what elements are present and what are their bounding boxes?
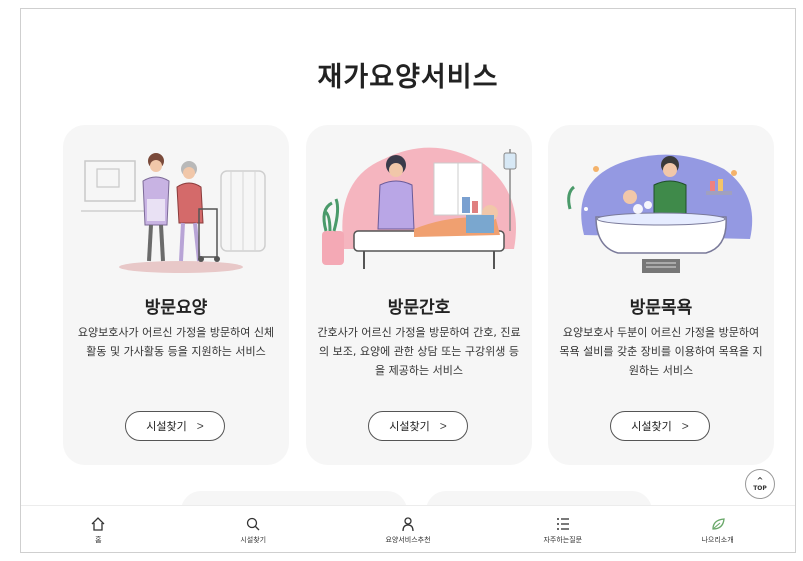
button-label: 시설찾기: [631, 421, 672, 433]
list-icon: [556, 517, 569, 530]
chevron-right-icon: >: [681, 419, 689, 433]
service-card-visit-care: 방문요양 요양보호사가 어르신 가정을 방문하여 신체활동 및 가사활동 등을 …: [63, 125, 289, 465]
bottom-nav: 홈 시설찾기 요양서비스추천 자주하는질문 나으리소개: [21, 505, 795, 552]
top-label: TOP: [753, 484, 767, 492]
nav-label: 자주하는질문: [543, 535, 583, 544]
find-facility-button[interactable]: 시설찾기 >: [125, 411, 225, 441]
chevron-up-icon: ^: [756, 475, 764, 485]
card-description: 요양보호사 두분이 어르신 가정을 방문하여 목욕 설비를 갖춘 장비를 이용하…: [559, 326, 763, 377]
nav-label: 시설찾기: [240, 535, 267, 544]
chevron-right-icon: >: [196, 419, 204, 433]
find-facility-button[interactable]: 시설찾기 >: [610, 411, 710, 441]
card-title: 방문간호: [387, 298, 451, 318]
nav-item-about[interactable]: 나으리소개: [640, 506, 795, 552]
nurse-bedside-illustration: [322, 147, 517, 269]
card-description: 요양보호사가 어르신 가정을 방문하여 신체활동 및 가사활동 등을 지원하는 …: [77, 326, 275, 358]
button-label: 시설찾기: [389, 421, 430, 433]
nav-item-search[interactable]: 시설찾기: [176, 506, 331, 552]
nav-item-home[interactable]: 홈: [21, 506, 176, 552]
chevron-right-icon: >: [439, 419, 447, 433]
card-description: 간호사가 어르신 가정을 방문하여 간호, 진료의 보조, 요양에 관한 상담 …: [317, 326, 521, 377]
scroll-top-button[interactable]: ^ TOP: [745, 469, 775, 499]
page-title: 재가요양서비스: [317, 62, 499, 93]
card-title: 방문목욕: [629, 298, 693, 318]
card-title: 방문요양: [144, 298, 208, 318]
app-frame: 재가요양서비스 방문요양 요양보호사가 어르신 가정을 방문하여 신체활동 및 …: [20, 8, 796, 553]
nav-label: 홈: [95, 535, 102, 544]
nav-item-faq[interactable]: 자주하는질문: [485, 506, 640, 552]
bathing-service-illustration: [567, 154, 753, 273]
find-facility-button[interactable]: 시설찾기 >: [368, 411, 468, 441]
search-icon: [247, 517, 260, 530]
caregiver-walking-elder-illustration: [81, 153, 266, 273]
leaf-icon: [711, 517, 725, 530]
person-icon: [402, 516, 414, 531]
service-card-visit-nursing: 방문간호 간호사가 어르신 가정을 방문하여 간호, 진료의 보조, 요양에 관…: [306, 125, 532, 465]
nav-label: 요양서비스추천: [385, 535, 431, 544]
nav-item-service-recommend[interactable]: 요양서비스추천: [331, 506, 486, 552]
service-card-visit-bathing: 방문목욕 요양보호사 두분이 어르신 가정을 방문하여 목욕 설비를 갖춘 장비…: [548, 125, 774, 465]
button-label: 시설찾기: [146, 421, 187, 433]
nav-label: 나으리소개: [701, 535, 734, 544]
home-icon: [91, 516, 105, 531]
